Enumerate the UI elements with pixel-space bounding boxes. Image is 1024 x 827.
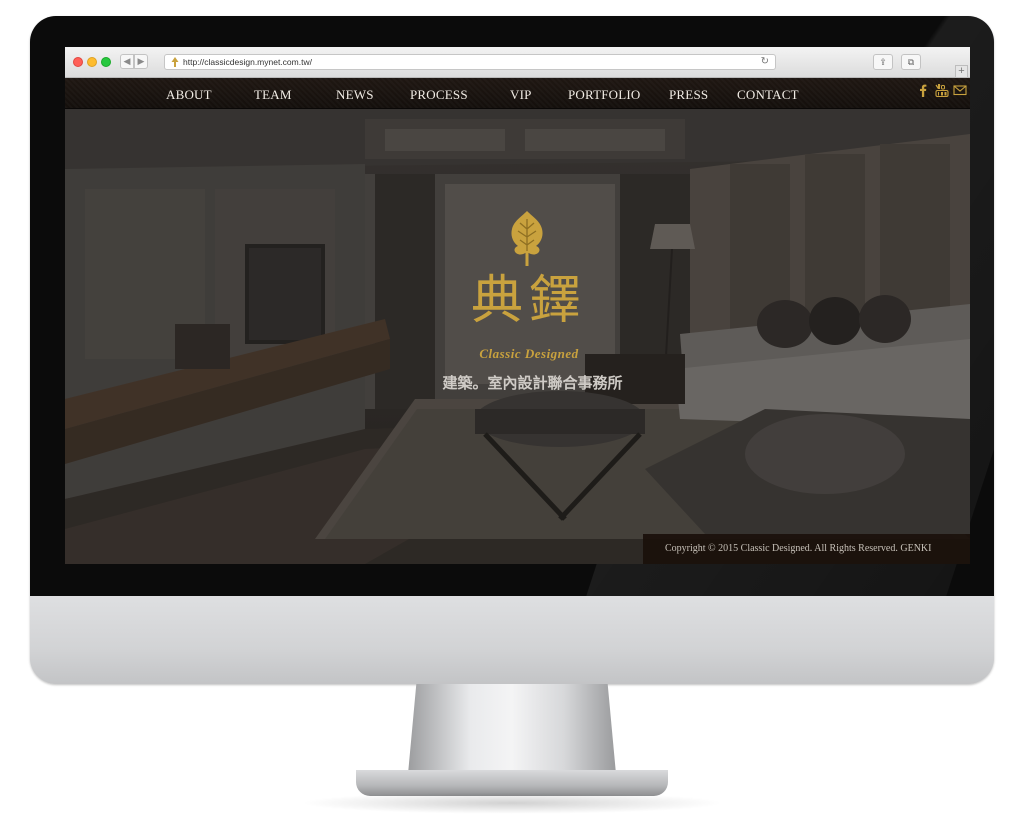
forward-icon: ▶ xyxy=(137,56,145,66)
tree-logo-icon xyxy=(511,211,543,266)
monitor-screen: ◀ ▶ http://classicdesign.mynet.com.tw/ ↻… xyxy=(65,47,970,564)
window-maximize-button[interactable] xyxy=(101,57,111,67)
facebook-icon[interactable] xyxy=(916,83,930,97)
browser-toolbar: ◀ ▶ http://classicdesign.mynet.com.tw/ ↻… xyxy=(65,47,970,78)
back-button[interactable]: ◀ xyxy=(120,54,134,69)
youtube-icon[interactable] xyxy=(935,83,949,97)
copyright-text: Copyright © 2015 Classic Designed. All R… xyxy=(665,543,932,554)
address-bar[interactable]: http://classicdesign.mynet.com.tw/ ↻ xyxy=(164,54,776,70)
floor-shadow xyxy=(300,792,724,814)
monitor-stand-neck xyxy=(408,684,616,774)
reload-icon[interactable]: ↻ xyxy=(761,56,769,67)
nav-item-team[interactable]: TEAM xyxy=(254,87,292,103)
window-close-button[interactable] xyxy=(73,57,83,67)
hero-banner: 典鐸 Classic Designed 建築。室內設計聯合事務所 Copyrig… xyxy=(65,109,970,564)
logo-chinese-name: 典鐸 xyxy=(471,271,588,331)
mail-icon[interactable] xyxy=(953,83,967,97)
nav-item-vip[interactable]: VIP xyxy=(510,87,532,103)
tree-icon xyxy=(171,57,179,67)
share-button[interactable]: ⇪ xyxy=(873,54,893,70)
monitor-chin xyxy=(30,596,994,684)
share-icon: ⇪ xyxy=(879,57,887,67)
nav-item-portfolio[interactable]: PORTFOLIO xyxy=(568,87,641,103)
nav-item-process[interactable]: PROCESS xyxy=(410,87,468,103)
site-nav: ABOUT TEAM NEWS PROCESS VIP PORTFOLIO PR… xyxy=(65,78,970,109)
nav-item-about[interactable]: ABOUT xyxy=(166,87,212,103)
new-tab-button[interactable]: + xyxy=(955,65,968,78)
back-icon: ◀ xyxy=(123,56,131,66)
nav-item-news[interactable]: NEWS xyxy=(336,87,374,103)
hero-tagline: 建築。室內設計聯合事務所 xyxy=(442,374,623,392)
tabs-icon: ⧉ xyxy=(907,57,915,67)
logo-english-name: Classic Designed xyxy=(479,346,579,361)
nav-item-press[interactable]: PRESS xyxy=(669,87,708,103)
tabs-button[interactable]: ⧉ xyxy=(901,54,921,70)
nav-item-contact[interactable]: CONTACT xyxy=(737,87,799,103)
footer-bar: Copyright © 2015 Classic Designed. All R… xyxy=(643,534,970,564)
url-text: http://classicdesign.mynet.com.tw/ xyxy=(183,57,312,67)
forward-button[interactable]: ▶ xyxy=(134,54,148,69)
window-minimize-button[interactable] xyxy=(87,57,97,67)
